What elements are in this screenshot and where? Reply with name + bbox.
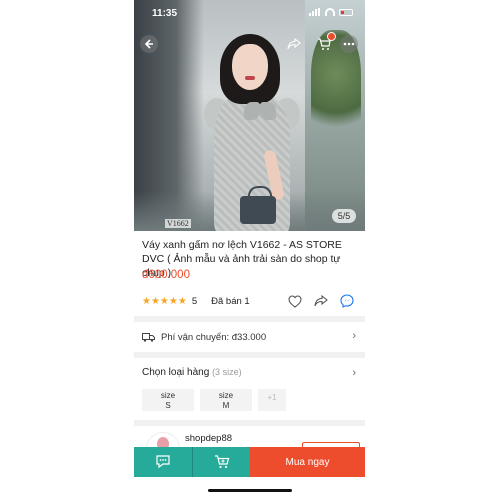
model-handbag bbox=[240, 186, 276, 224]
messenger-icon[interactable] bbox=[340, 294, 354, 308]
section-divider bbox=[134, 420, 365, 426]
wifi-icon bbox=[325, 8, 335, 16]
variant-selector[interactable]: Chọn loại hàng (3 size) › bbox=[142, 367, 360, 381]
product-price: đ600.000 bbox=[142, 269, 190, 281]
more-sizes-chip[interactable]: +1 bbox=[258, 389, 286, 411]
chevron-right-icon: › bbox=[352, 367, 356, 379]
status-time: 11:35 bbox=[152, 8, 178, 19]
share-icon[interactable] bbox=[314, 294, 328, 308]
cart-top-button[interactable] bbox=[315, 32, 336, 53]
cart-icon bbox=[214, 455, 229, 469]
variant-label: Chọn loại hàng bbox=[142, 367, 210, 378]
signal-icon bbox=[309, 8, 321, 16]
home-indicator bbox=[208, 489, 292, 492]
shipping-row[interactable]: Phí vận chuyển: đ33.000 › bbox=[142, 330, 360, 344]
image-code-label: V1662 bbox=[165, 219, 191, 228]
cart-badge bbox=[327, 32, 336, 41]
battery-icon bbox=[339, 8, 353, 16]
shop-name[interactable]: shopdep88 bbox=[185, 433, 232, 444]
more-button[interactable] bbox=[340, 35, 358, 53]
section-divider bbox=[134, 352, 365, 358]
share-icon bbox=[287, 38, 301, 50]
rating-row: ★★★★★ 5 Đã bán 1 bbox=[142, 294, 360, 308]
section-divider bbox=[134, 316, 365, 322]
size-option-m[interactable]: size M bbox=[200, 389, 252, 411]
more-icon bbox=[343, 42, 355, 46]
bottom-action-bar: Mua ngay bbox=[134, 447, 365, 477]
buy-now-button[interactable]: Mua ngay bbox=[250, 447, 365, 477]
variant-count: (3 size) bbox=[212, 367, 242, 377]
status-bar: 11:35 bbox=[134, 0, 365, 26]
sold-count: Đã bán 1 bbox=[211, 295, 250, 307]
share-top-button[interactable] bbox=[285, 35, 303, 53]
back-icon bbox=[144, 39, 153, 49]
rating-stars: ★★★★★ bbox=[142, 295, 187, 307]
shipping-fee: Phí vận chuyển: đ33.000 bbox=[161, 331, 267, 343]
truck-icon bbox=[142, 332, 155, 342]
chat-icon bbox=[156, 455, 170, 469]
chevron-right-icon: › bbox=[352, 330, 356, 342]
phone-screen: V1662 5/5 11:35 Váy xanh gấm nơ lệch V16… bbox=[134, 0, 365, 498]
heart-icon[interactable] bbox=[288, 294, 302, 308]
add-to-cart-button[interactable] bbox=[193, 447, 250, 477]
chat-button[interactable] bbox=[134, 447, 192, 477]
back-button[interactable] bbox=[140, 35, 158, 53]
rating-value: 5 bbox=[191, 295, 198, 307]
size-option-s[interactable]: size S bbox=[142, 389, 194, 411]
image-counter: 5/5 bbox=[332, 209, 356, 223]
